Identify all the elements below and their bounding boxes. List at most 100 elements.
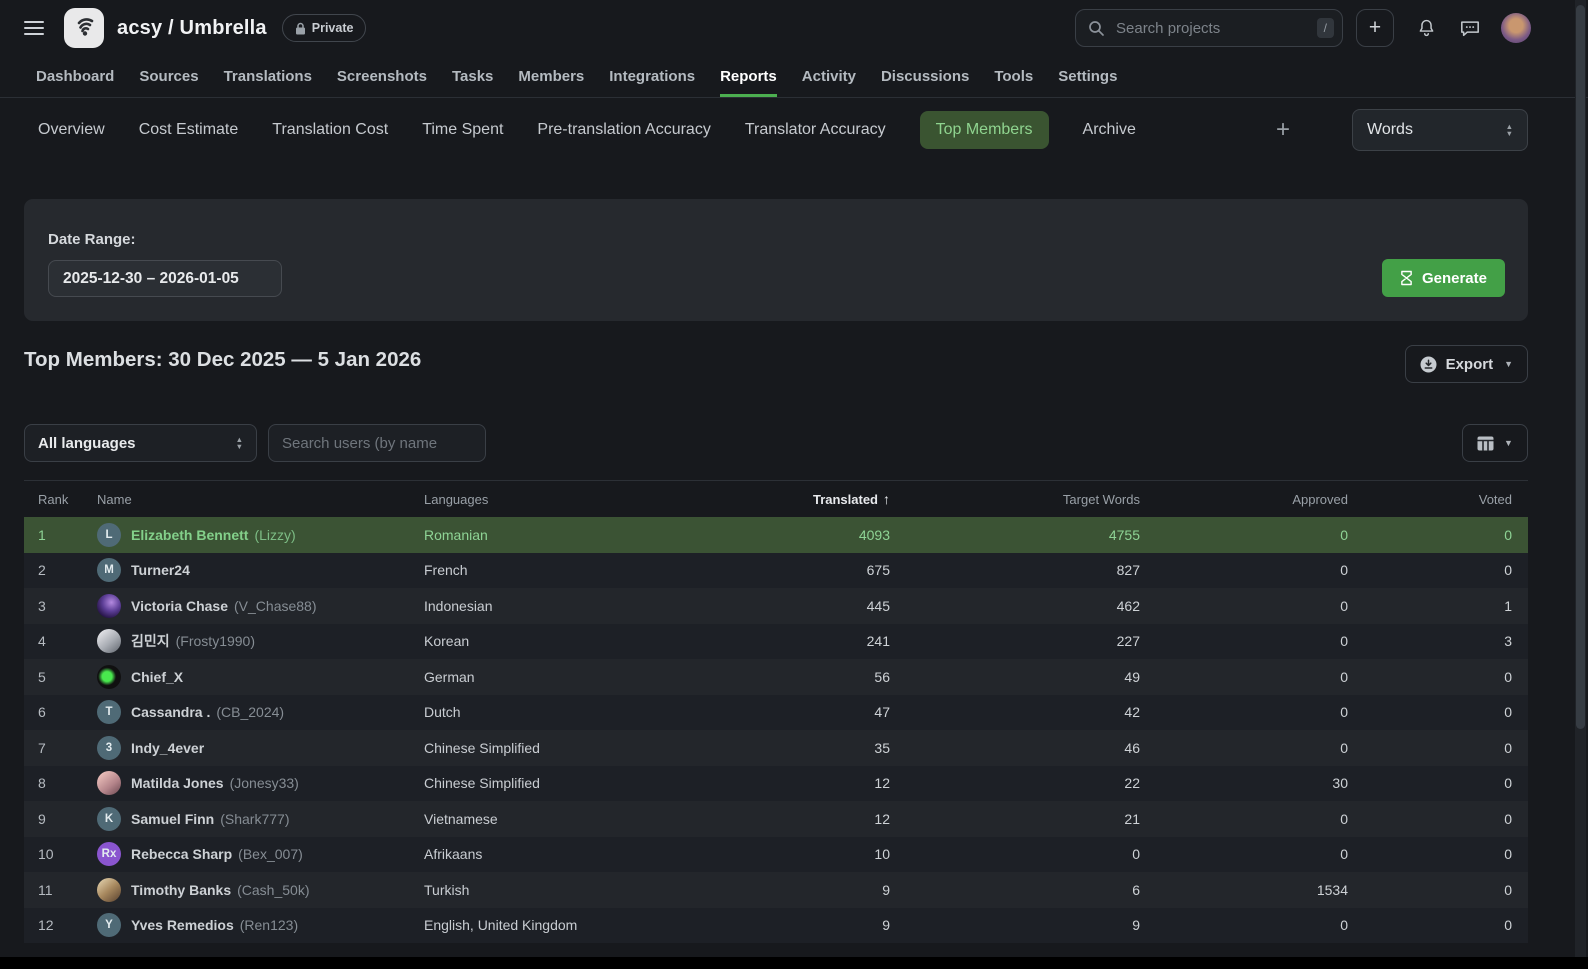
translated-cell: 35 (804, 740, 890, 756)
rank-cell: 2 (24, 562, 97, 578)
col-header-translated[interactable]: Translated ↑ (804, 491, 890, 507)
approved-cell: 1534 (1140, 882, 1348, 898)
translated-cell: 4093 (804, 527, 890, 543)
table-row[interactable]: 2 M Turner24 French 675 827 0 0 (24, 553, 1528, 589)
notifications-button[interactable] (1416, 17, 1437, 39)
report-unit-select[interactable]: Words ▲▼ (1352, 109, 1528, 151)
report-tab-time-spent[interactable]: Time Spent (422, 121, 503, 139)
member-name[interactable]: Matilda Jones (131, 775, 224, 791)
messages-button[interactable] (1459, 18, 1481, 38)
target-words-cell: 4755 (890, 527, 1140, 543)
nav-tab-reports[interactable]: Reports (720, 56, 777, 97)
hamburger-menu-icon[interactable] (24, 21, 44, 35)
user-search-input[interactable] (268, 424, 486, 462)
col-header-target-words[interactable]: Target Words (890, 492, 1140, 507)
voted-cell: 3 (1348, 633, 1512, 649)
table-row[interactable]: 7 3 Indy_4ever Chinese Simplified 35 46 … (24, 730, 1528, 766)
nav-tab-members[interactable]: Members (518, 56, 584, 97)
member-avatar: L (97, 523, 121, 547)
col-header-voted[interactable]: Voted (1348, 492, 1512, 507)
nav-tab-dashboard[interactable]: Dashboard (36, 56, 114, 97)
language-cell: Korean (424, 633, 804, 649)
col-header-approved[interactable]: Approved (1140, 492, 1348, 507)
date-range-input[interactable] (48, 260, 282, 297)
hourglass-icon (1400, 270, 1413, 286)
member-name[interactable]: Samuel Finn (131, 811, 214, 827)
table-row[interactable]: 9 K Samuel Finn (Shark777) Vietnamese 12… (24, 801, 1528, 837)
table-row[interactable]: 10 Rx Rebecca Sharp (Bex_007) Afrikaans … (24, 837, 1528, 873)
member-name[interactable]: Timothy Banks (131, 882, 231, 898)
member-name[interactable]: Cassandra . (131, 704, 210, 720)
member-name[interactable]: Yves Remedios (131, 917, 234, 933)
nav-tab-settings[interactable]: Settings (1058, 56, 1117, 97)
create-project-button[interactable]: + (1356, 9, 1394, 47)
report-tab-pre-translation-accuracy[interactable]: Pre-translation Accuracy (537, 121, 710, 139)
report-title: Top Members: 30 Dec 2025 — 5 Jan 2026 (24, 348, 421, 372)
table-row[interactable]: 11 Timothy Banks (Cash_50k) Turkish 9 6 … (24, 872, 1528, 908)
project-search[interactable]: / (1075, 9, 1343, 47)
nav-tab-translations[interactable]: Translations (224, 56, 312, 97)
col-header-rank[interactable]: Rank (24, 492, 97, 507)
table-body: 1 L Elizabeth Bennett (Lizzy) Romanian 4… (24, 517, 1528, 943)
report-tab-archive[interactable]: Archive (1083, 121, 1136, 139)
report-tab-top-members[interactable]: Top Members (920, 111, 1049, 149)
member-name[interactable]: Rebecca Sharp (131, 846, 232, 862)
caret-down-icon: ▼ (1504, 438, 1513, 448)
target-words-cell: 827 (890, 562, 1140, 578)
export-button[interactable]: Export ▼ (1405, 345, 1528, 383)
nav-tab-screenshots[interactable]: Screenshots (337, 56, 427, 97)
scrollbar-thumb[interactable] (1576, 5, 1585, 729)
search-projects-input[interactable] (1114, 19, 1317, 38)
voted-cell: 0 (1348, 669, 1512, 685)
nav-tab-tasks[interactable]: Tasks (452, 56, 493, 97)
member-name[interactable]: Indy_4ever (131, 740, 204, 756)
language-cell: English, United Kingdom (424, 917, 804, 933)
app-logo[interactable] (64, 8, 104, 48)
table-row[interactable]: 12 Y Yves Remedios (Ren123) English, Uni… (24, 908, 1528, 944)
member-username: (V_Chase88) (234, 598, 317, 614)
member-name[interactable]: Victoria Chase (131, 598, 228, 614)
table-header: Rank Name Languages Translated ↑ Target … (24, 480, 1528, 517)
add-report-tab-button[interactable]: + (1272, 118, 1294, 142)
report-tab-overview[interactable]: Overview (38, 121, 105, 139)
nav-tab-activity[interactable]: Activity (802, 56, 856, 97)
language-cell: Indonesian (424, 598, 804, 614)
translated-cell: 241 (804, 633, 890, 649)
report-tab-translator-accuracy[interactable]: Translator Accuracy (745, 121, 886, 139)
language-filter-select[interactable]: All languages ▲▼ (24, 424, 257, 462)
target-words-cell: 22 (890, 775, 1140, 791)
voted-cell: 0 (1348, 811, 1512, 827)
member-name[interactable]: 김민지 (131, 631, 170, 651)
target-words-cell: 9 (890, 917, 1140, 933)
target-words-cell: 21 (890, 811, 1140, 827)
nav-tab-discussions[interactable]: Discussions (881, 56, 969, 97)
table-row[interactable]: 1 L Elizabeth Bennett (Lizzy) Romanian 4… (24, 517, 1528, 553)
member-username: (Jonesy33) (230, 775, 299, 791)
member-name[interactable]: Turner24 (131, 562, 190, 578)
table-row[interactable]: 4 김민지 (Frosty1990) Korean 241 227 0 3 (24, 624, 1528, 660)
translated-cell: 9 (804, 882, 890, 898)
user-avatar[interactable] (1501, 13, 1531, 43)
member-username: (Ren123) (240, 917, 298, 933)
nav-tab-tools[interactable]: Tools (994, 56, 1033, 97)
table-row[interactable]: 3 Victoria Chase (V_Chase88) Indonesian … (24, 588, 1528, 624)
table-row[interactable]: 5 Chief_X German 56 49 0 0 (24, 659, 1528, 695)
member-avatar (97, 771, 121, 795)
columns-toggle-button[interactable]: ▼ (1462, 424, 1528, 462)
caret-down-icon: ▼ (1504, 359, 1513, 369)
nav-tab-integrations[interactable]: Integrations (609, 56, 695, 97)
name-cell: L Elizabeth Bennett (Lizzy) (97, 523, 424, 547)
table-row[interactable]: 6 T Cassandra . (CB_2024) Dutch 47 42 0 … (24, 695, 1528, 731)
generate-button[interactable]: Generate (1382, 259, 1505, 297)
approved-cell: 0 (1140, 917, 1348, 933)
report-tab-translation-cost[interactable]: Translation Cost (272, 121, 388, 139)
col-header-languages[interactable]: Languages (424, 492, 804, 507)
report-tab-cost-estimate[interactable]: Cost Estimate (139, 121, 239, 139)
member-name[interactable]: Elizabeth Bennett (131, 527, 248, 543)
col-header-name[interactable]: Name (97, 492, 424, 507)
table-row[interactable]: 8 Matilda Jones (Jonesy33) Chinese Simpl… (24, 766, 1528, 802)
member-name[interactable]: Chief_X (131, 669, 183, 685)
target-words-cell: 462 (890, 598, 1140, 614)
language-cell: Afrikaans (424, 846, 804, 862)
nav-tab-sources[interactable]: Sources (139, 56, 198, 97)
